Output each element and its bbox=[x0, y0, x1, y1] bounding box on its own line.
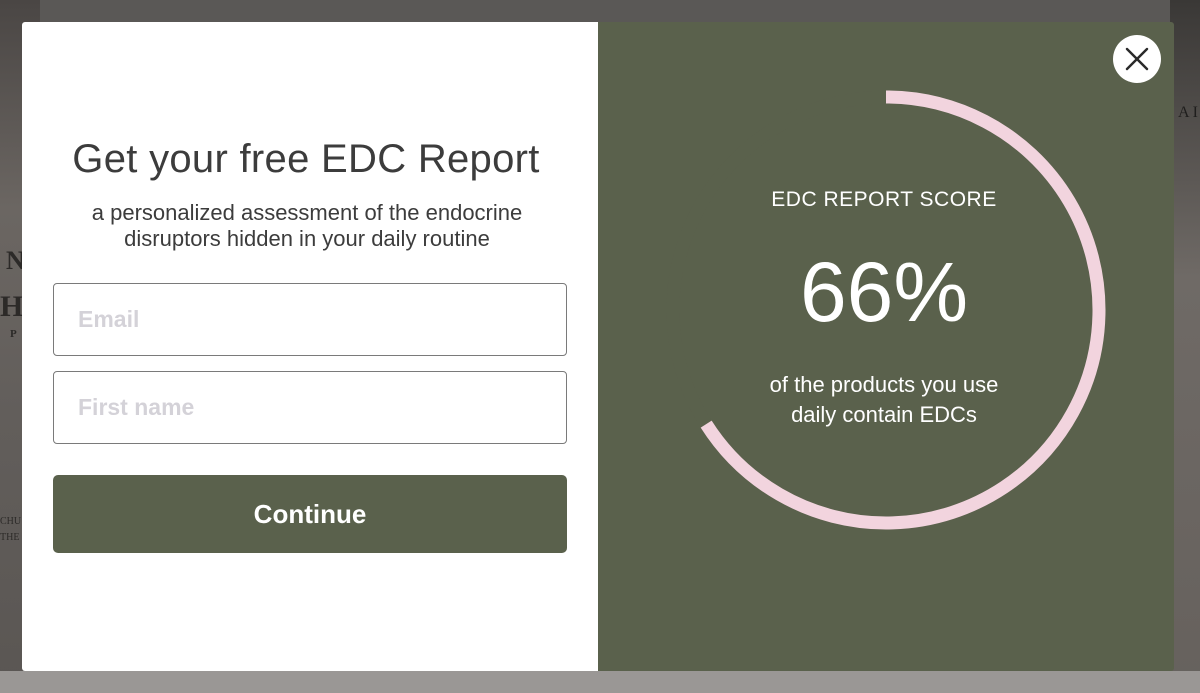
score-ring bbox=[666, 90, 1106, 530]
edc-report-modal: Get your free EDC Report a personalized … bbox=[22, 22, 1174, 671]
continue-button[interactable]: Continue bbox=[53, 475, 567, 553]
backdrop-text-fragment: THE bbox=[0, 532, 20, 543]
score-description: of the products you use daily contain ED… bbox=[769, 372, 999, 427]
score-value: 66% bbox=[799, 245, 969, 339]
backdrop-text-fragment: CHU bbox=[0, 516, 22, 527]
score-panel: EDC REPORT SCORE 66% of the products you… bbox=[598, 22, 1174, 671]
close-icon bbox=[1125, 47, 1149, 71]
modal-title: Get your free EDC Report bbox=[72, 137, 540, 181]
email-field[interactable] bbox=[53, 283, 567, 356]
score-label: EDC REPORT SCORE bbox=[771, 188, 997, 211]
backdrop-bottom-strip bbox=[0, 671, 1200, 693]
first-name-field[interactable] bbox=[53, 371, 567, 444]
backdrop-text-fragment: A I bbox=[1178, 104, 1198, 121]
backdrop-text-fragment: P bbox=[10, 328, 17, 340]
close-button[interactable] bbox=[1113, 35, 1161, 83]
modal-subtitle: a personalized assessment of the endocri… bbox=[91, 200, 523, 251]
signup-panel: Get your free EDC Report a personalized … bbox=[22, 22, 598, 671]
